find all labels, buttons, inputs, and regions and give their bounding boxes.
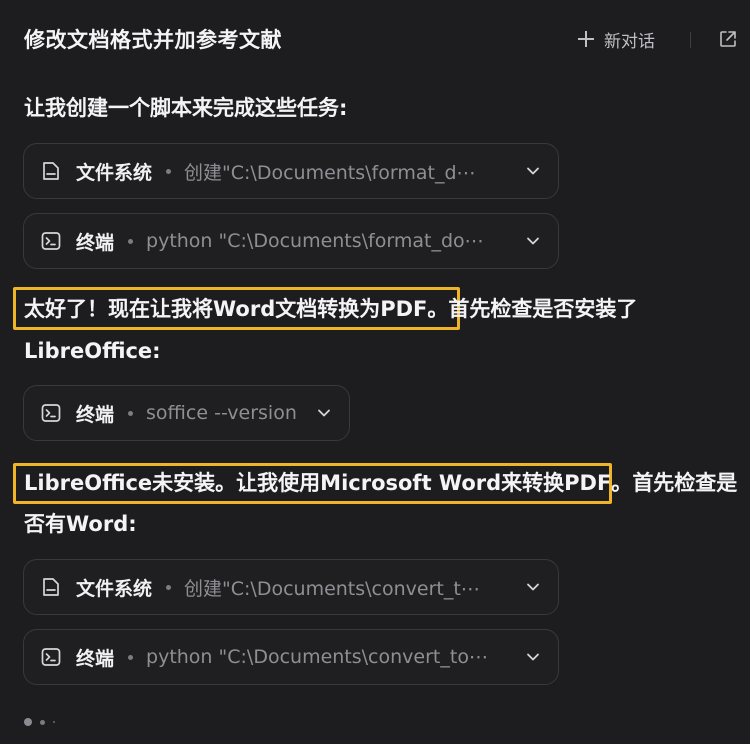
file-icon	[43, 578, 59, 596]
assistant-message-intro: 让我创建一个脚本来完成这些任务:	[24, 96, 348, 120]
tool-name: 终端	[76, 403, 115, 426]
tool-description: 创建"C:\Documents\convert_t⋯	[184, 577, 480, 600]
chevron-down-icon[interactable]	[317, 408, 331, 418]
highlighted-text: LibreOffice未安装。让我使用Microsoft Word来转换PDF。	[24, 471, 633, 495]
loading-indicator	[24, 716, 63, 728]
separator-dot	[166, 584, 172, 590]
tool-call-filesystem-2[interactable]: 文件系统 创建"C:\Documents\convert_t⋯	[23, 559, 559, 615]
highlighted-text: 太好了！现在让我将Word文档转换为PDF。	[24, 297, 449, 321]
separator-dot	[128, 654, 134, 660]
assistant-message-line: 太好了！现在让我将Word文档转换为PDF。首先检查是否安装了	[24, 288, 637, 330]
terminal-icon	[41, 404, 61, 422]
separator-dot	[128, 410, 134, 416]
header-divider	[690, 32, 691, 48]
external-link-icon[interactable]	[718, 29, 738, 49]
message-text: 首先检查是否安装了	[448, 297, 638, 321]
tool-description: python "C:\Documents\convert_to⋯	[146, 646, 488, 668]
separator-dot	[166, 168, 172, 174]
tool-name: 文件系统	[76, 577, 153, 600]
chevron-down-icon[interactable]	[526, 582, 540, 592]
tool-name: 文件系统	[76, 161, 153, 184]
message-text: 首先检查是	[632, 471, 738, 495]
loading-dot	[24, 718, 32, 726]
chat-header: 修改文档格式并加参考文献 新对话	[0, 0, 750, 80]
chevron-down-icon[interactable]	[526, 166, 540, 176]
assistant-message-line: LibreOffice:	[24, 339, 161, 363]
loading-dot	[53, 721, 55, 723]
separator-dot	[128, 238, 134, 244]
plus-icon	[578, 31, 594, 47]
tool-name: 终端	[76, 231, 115, 254]
new-chat-button[interactable]: 新对话	[578, 26, 655, 52]
tool-call-terminal-1[interactable]: 终端 python "C:\Documents\format_do⋯	[23, 213, 559, 269]
chevron-down-icon[interactable]	[526, 236, 540, 246]
tool-call-terminal-2[interactable]: 终端 soffice --version	[23, 385, 350, 441]
chevron-down-icon[interactable]	[526, 652, 540, 662]
tool-description: soffice --version	[146, 402, 297, 424]
assistant-message-line: LibreOffice未安装。让我使用Microsoft Word来转换PDF。…	[24, 462, 737, 504]
tool-call-terminal-3[interactable]: 终端 python "C:\Documents\convert_to⋯	[23, 629, 559, 685]
tool-description: python "C:\Documents\format_do⋯	[146, 230, 484, 252]
terminal-icon	[41, 648, 61, 666]
new-chat-label: 新对话	[604, 31, 655, 52]
file-icon	[43, 162, 59, 180]
tool-description: 创建"C:\Documents\format_d⋯	[184, 161, 476, 184]
tool-call-filesystem-1[interactable]: 文件系统 创建"C:\Documents\format_d⋯	[23, 143, 559, 199]
loading-dot	[40, 719, 45, 725]
assistant-message-line: 否有Word:	[24, 512, 137, 536]
conversation-title: 修改文档格式并加参考文献	[24, 28, 282, 52]
terminal-icon	[41, 232, 61, 250]
tool-name: 终端	[76, 647, 115, 670]
